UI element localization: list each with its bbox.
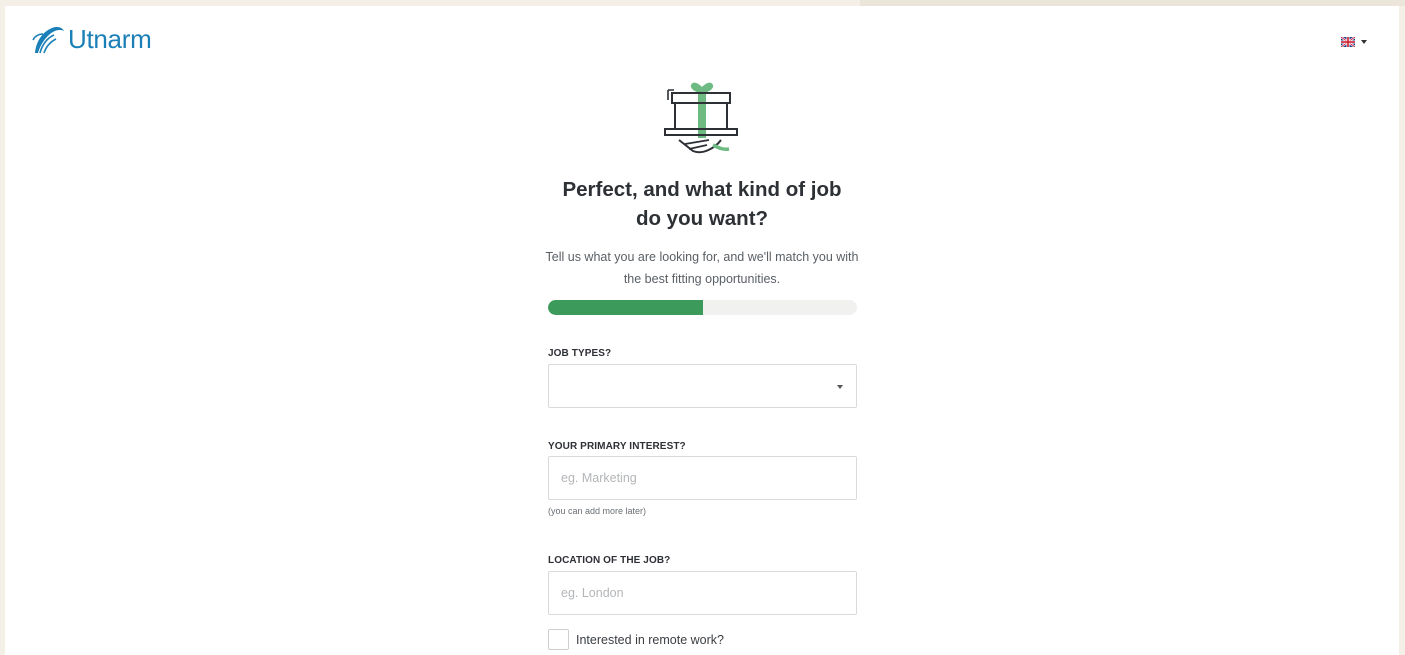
wing-icon xyxy=(32,27,64,54)
brand-logo[interactable]: Utnarm xyxy=(30,22,152,56)
job-types-label: JOB TYPES? xyxy=(548,348,612,359)
location-label: LOCATION OF THE JOB? xyxy=(548,555,671,566)
remote-work-option[interactable]: Interested in remote work? xyxy=(548,629,724,650)
chevron-down-icon xyxy=(837,385,843,389)
remote-work-label: Interested in remote work? xyxy=(576,632,724,647)
location-input[interactable] xyxy=(549,572,841,614)
uk-flag-icon xyxy=(1341,37,1355,47)
language-selector[interactable] xyxy=(1341,37,1367,47)
page-title: Perfect, and what kind of job do you wan… xyxy=(562,178,842,230)
page-subtitle: Tell us what you are looking for, and we… xyxy=(545,250,859,286)
location-field xyxy=(548,571,857,615)
primary-interest-field xyxy=(548,456,857,500)
progress-bar xyxy=(548,300,857,315)
remote-work-checkbox[interactable] xyxy=(548,629,569,650)
brand-name: Utnarm xyxy=(68,23,152,54)
primary-interest-hint: (you can add more later) xyxy=(548,506,647,516)
job-types-select[interactable] xyxy=(548,364,857,408)
primary-interest-input[interactable] xyxy=(549,457,841,499)
progress-fill xyxy=(548,300,703,315)
top-strip xyxy=(860,0,1405,6)
gift-on-hand-icon xyxy=(664,82,738,154)
primary-interest-label: YOUR PRIMARY INTEREST? xyxy=(548,441,686,452)
chevron-down-icon xyxy=(1361,40,1367,44)
